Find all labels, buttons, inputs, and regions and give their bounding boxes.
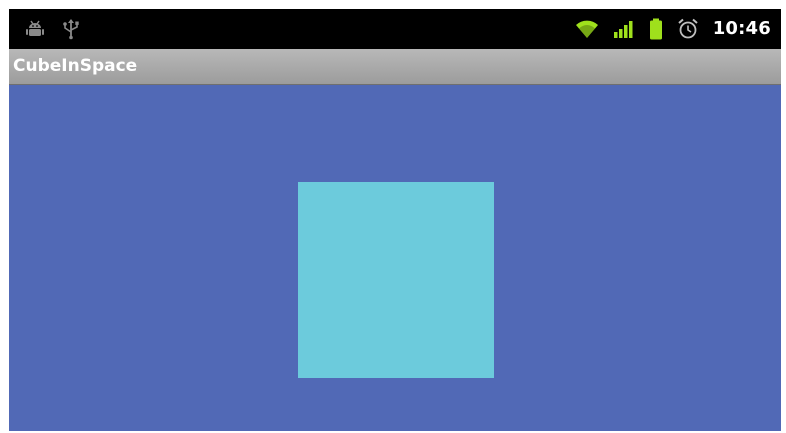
- signal-icon: [613, 19, 635, 39]
- android-icon: [25, 19, 45, 39]
- wifi-icon: [575, 19, 599, 39]
- notification-icons: [25, 17, 81, 41]
- usb-icon: [61, 18, 81, 40]
- status-clock: 10:46: [712, 18, 771, 39]
- android-screen: 10:46 CubeInSpace: [9, 9, 781, 431]
- app-title-bar: CubeInSpace: [9, 49, 781, 85]
- cube: [298, 182, 494, 378]
- battery-icon: [649, 18, 663, 40]
- system-icons: 10:46: [575, 17, 771, 41]
- alarm-icon: [677, 18, 699, 40]
- gl-surface-view[interactable]: [9, 85, 781, 431]
- app-title: CubeInSpace: [13, 56, 138, 76]
- status-bar[interactable]: 10:46: [9, 9, 781, 49]
